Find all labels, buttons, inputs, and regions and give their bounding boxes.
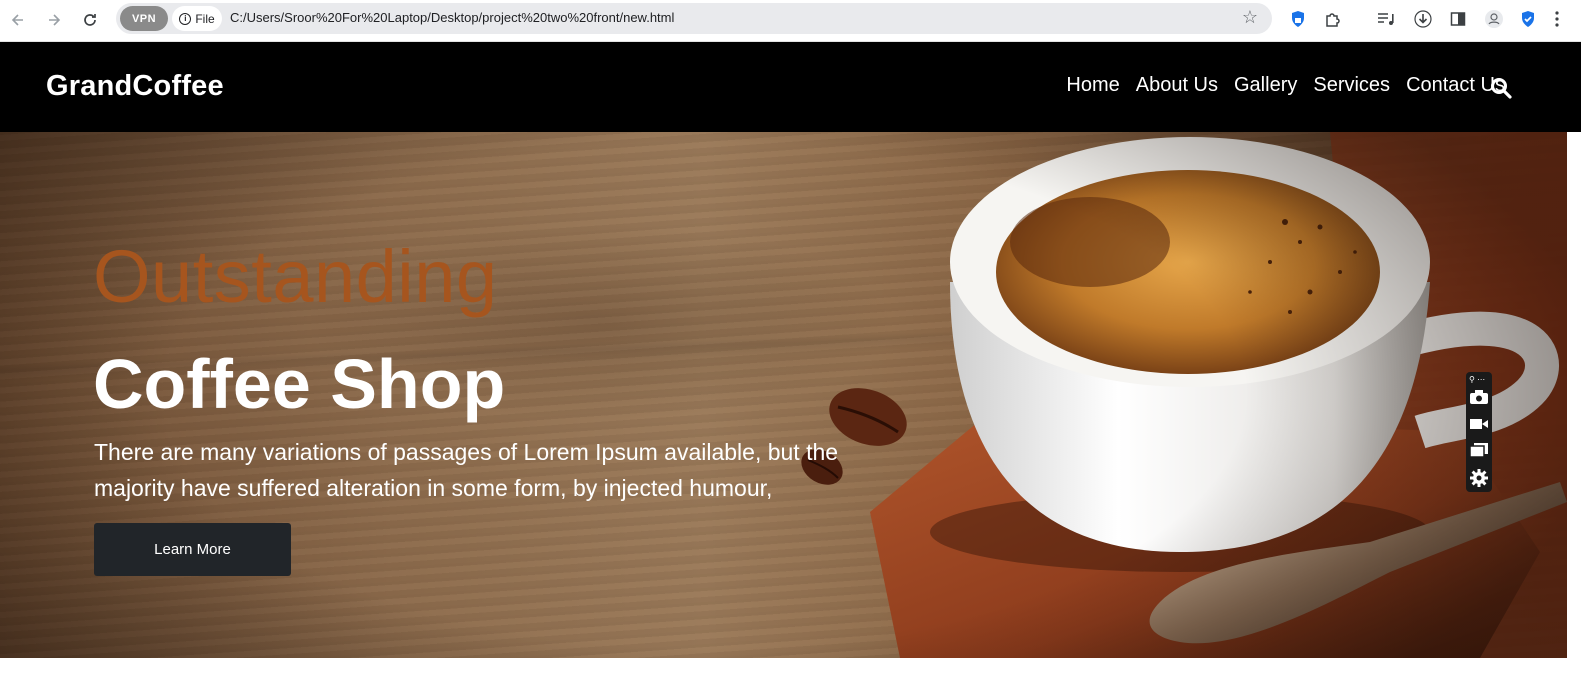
brand-logo[interactable]: GrandCoffee xyxy=(46,70,224,103)
search-icon[interactable] xyxy=(1490,77,1512,99)
nav-home[interactable]: Home xyxy=(1066,74,1119,97)
settings-gear-icon[interactable] xyxy=(1469,468,1489,487)
video-record-icon[interactable] xyxy=(1469,415,1489,433)
media-controls-icon[interactable] xyxy=(1375,8,1397,30)
site-info-chip[interactable]: i File xyxy=(172,6,222,31)
download-icon[interactable] xyxy=(1412,8,1434,30)
window-capture-icon[interactable] xyxy=(1469,441,1489,459)
capture-toolbar: ⚲ ⋯ xyxy=(1466,372,1492,492)
back-icon[interactable] xyxy=(6,8,30,32)
site-header: GrandCoffee Home About Us Gallery Servic… xyxy=(0,42,1581,132)
profile-avatar-icon[interactable] xyxy=(1483,8,1505,30)
puzzle-extensions-icon[interactable] xyxy=(1322,8,1344,30)
info-icon: i xyxy=(179,12,192,25)
shield-extension-icon[interactable] xyxy=(1287,8,1309,30)
toolbar-more-icon[interactable]: ⚲ ⋯ xyxy=(1469,375,1485,384)
url-text[interactable]: C:/Users/Sroor%20For%20Laptop/Desktop/pr… xyxy=(230,10,674,25)
nav-about-us[interactable]: About Us xyxy=(1136,74,1218,97)
bookmark-star-icon[interactable]: ☆ xyxy=(1242,7,1258,28)
side-panel-icon[interactable] xyxy=(1447,8,1469,30)
forward-icon[interactable] xyxy=(42,8,66,32)
hero-title-coffee-shop: Coffee Shop xyxy=(93,345,506,423)
learn-more-button[interactable]: Learn More xyxy=(94,523,291,576)
file-label: File xyxy=(195,11,215,26)
hero-description: There are many variations of passages of… xyxy=(94,439,839,501)
browser-toolbar: VPN i File C:/Users/Sroor%20For%20Laptop… xyxy=(0,0,1581,42)
hero-title-outstanding: Outstanding xyxy=(93,235,498,318)
main-nav: Home About Us Gallery Services Contact U… xyxy=(1066,74,1505,97)
vpn-badge[interactable]: VPN xyxy=(120,6,168,31)
nav-services[interactable]: Services xyxy=(1313,74,1390,97)
browser-menu-icon[interactable] xyxy=(1551,8,1563,30)
reload-icon[interactable] xyxy=(78,8,102,32)
address-bar[interactable]: VPN i File C:/Users/Sroor%20For%20Laptop… xyxy=(116,3,1272,34)
nav-gallery[interactable]: Gallery xyxy=(1234,74,1297,97)
hero-section: Outstanding Coffee Shop There are many v… xyxy=(0,132,1567,658)
camera-icon[interactable] xyxy=(1469,388,1489,406)
security-check-icon[interactable] xyxy=(1517,8,1539,30)
